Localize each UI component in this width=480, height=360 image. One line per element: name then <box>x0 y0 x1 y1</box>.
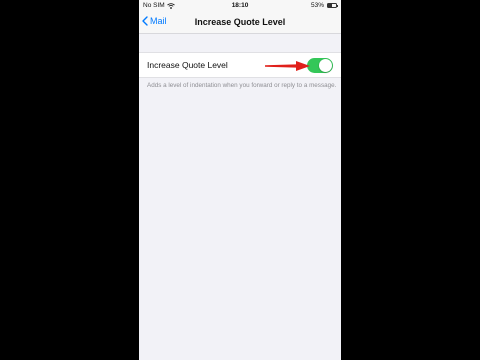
page-title: Increase Quote Level <box>194 17 286 27</box>
toggle-knob <box>319 59 332 72</box>
setting-description: Adds a level of indentation when you for… <box>147 82 337 89</box>
status-right: 53% <box>310 2 338 9</box>
battery-percent: 53% <box>310 2 324 9</box>
battery-cap <box>337 5 338 7</box>
navigation-bar: Mail Increase Quote Level <box>139 12 341 34</box>
setting-label: Increase Quote Level <box>147 60 228 70</box>
battery-fill <box>328 4 333 7</box>
phone-screen: No SIM 18:10 53% Mail Increase Quote Lev… <box>139 0 341 360</box>
annotation-arrow-icon <box>265 61 310 71</box>
status-bar: No SIM 18:10 53% <box>139 0 341 12</box>
battery-icon <box>327 3 338 8</box>
